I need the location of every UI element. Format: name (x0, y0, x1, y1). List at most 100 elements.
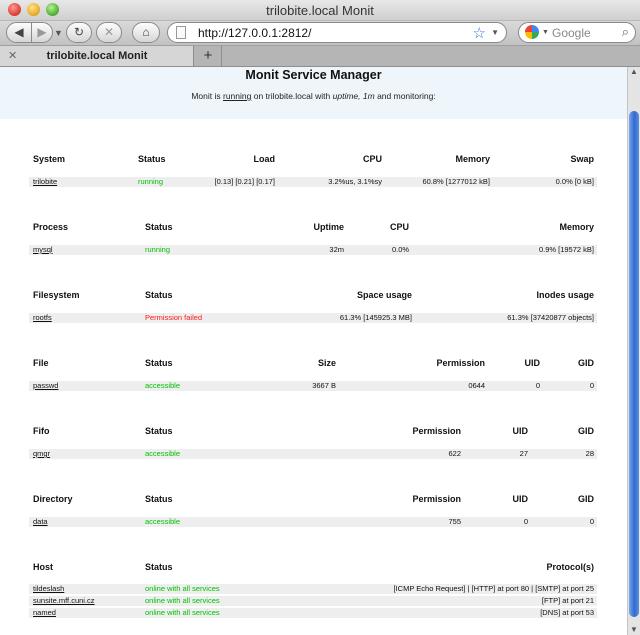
cpu-value: 0.0% (392, 245, 410, 254)
forward-arrow-icon: ▶ (37, 25, 47, 39)
title-bar: trilobite.local Monit (0, 0, 640, 21)
running-link[interactable]: running (223, 91, 251, 101)
page-subtitle: Monit is running on trilobite.local with… (0, 91, 627, 101)
status-value: accessible (145, 381, 181, 390)
table-row: qmgr accessible 622 27 28 (29, 449, 597, 459)
window-title: trilobite.local Monit (266, 3, 374, 18)
service-link[interactable]: data (33, 517, 48, 527)
google-icon[interactable] (525, 25, 539, 39)
subtitle-mid: on trilobite.local with (253, 91, 331, 101)
home-button[interactable]: ⌂ (132, 22, 160, 43)
header-permission: Permission (412, 426, 461, 436)
bookmark-star-icon[interactable]: ☆ (473, 24, 486, 42)
header-gid: GID (577, 426, 594, 436)
header-fifo: Fifo (33, 426, 50, 436)
stop-icon: ✕ (103, 25, 115, 39)
header-cpu: CPU (362, 154, 382, 164)
header-file: File (33, 358, 49, 368)
service-link[interactable]: trilobite (33, 177, 57, 187)
page-content: Monit Service Manager Monit is running o… (0, 67, 627, 635)
header-host: Host (33, 562, 53, 572)
vertical-scrollbar[interactable]: ▲ ▼ (627, 67, 640, 635)
search-icon[interactable]: ⌕ (622, 24, 629, 40)
inodes-value: 61.3% [37420877 objects] (507, 313, 594, 322)
protocols-value: [FTP] at port 21 (541, 596, 594, 605)
header-cpu: CPU (390, 222, 410, 232)
table-row: passwd accessible 3667 B 0644 0 0 (29, 381, 597, 391)
search-box[interactable]: ▼ Google ⌕ (518, 22, 636, 43)
forward-button[interactable]: ▶ (31, 22, 53, 43)
gid-value: 0 (589, 517, 594, 526)
header-status: Status (145, 358, 173, 368)
scrollbar-thumb[interactable] (629, 111, 639, 617)
header-load: Load (253, 154, 276, 164)
page-header: Monit Service Manager Monit is running o… (0, 67, 627, 119)
new-tab-button[interactable]: + (196, 46, 220, 66)
status-value: online with all services (145, 608, 220, 617)
header-swap: Swap (570, 154, 594, 164)
permission-value: 622 (448, 449, 461, 458)
status-value: online with all services (145, 596, 220, 605)
header-status: Status (145, 562, 173, 572)
status-value: accessible (145, 449, 181, 458)
header-gid: GID (577, 494, 594, 504)
load-value: [0.13] [0.21] [0.17] (214, 177, 275, 186)
service-link[interactable]: tildeslash (33, 584, 64, 594)
url-dropdown-icon[interactable]: ▼ (491, 28, 499, 37)
browser-toolbar: ◀ ▶ ▼ ↻ ✕ ⌂ http://127.0.0.1:2812/ ☆ ▼ ▼… (0, 21, 640, 46)
header-filesystem: Filesystem (33, 290, 80, 300)
table-row: rootfs Permission failed 61.3% [145925.3… (29, 313, 597, 323)
space-value: 61.3% [145925.3 MB] (339, 313, 412, 322)
tab-monit[interactable]: ✕ trilobite.local Monit (0, 46, 194, 66)
status-value: running (138, 177, 164, 186)
header-system: System (33, 154, 66, 164)
scroll-up-icon[interactable]: ▲ (628, 67, 640, 77)
header-gid: GID (577, 358, 594, 368)
service-link[interactable]: named (33, 608, 56, 618)
search-input[interactable]: Google (552, 26, 591, 40)
status-value: online with all services (145, 584, 220, 593)
header-process: Process (33, 222, 69, 232)
service-link[interactable]: qmgr (33, 449, 50, 459)
header-memory: Memory (559, 222, 594, 232)
scroll-down-icon[interactable]: ▼ (628, 625, 640, 635)
uptime-label: uptime, (332, 91, 361, 101)
permission-value: 755 (448, 517, 461, 526)
header-status: Status (145, 494, 173, 504)
header-status: Status (145, 222, 173, 232)
tab-label: trilobite.local Monit (46, 50, 148, 62)
uptime-value: 1m (362, 91, 375, 101)
back-button[interactable]: ◀ (6, 22, 32, 43)
cpu-value: 3.2%us, 3.1%sy (328, 177, 382, 186)
table-row: sunsite.mff.cuni.cz online with all serv… (29, 596, 597, 606)
service-link[interactable]: rootfs (33, 313, 52, 323)
size-value: 3667 B (312, 381, 336, 390)
service-link[interactable]: mysql (33, 245, 53, 255)
service-link[interactable]: passwd (33, 381, 58, 391)
table-row: trilobite running [0.13] [0.21] [0.17] 3… (29, 177, 597, 187)
table-row: data accessible 755 0 0 (29, 517, 597, 527)
memory-value: 60.8% [1277012 kB] (422, 177, 490, 186)
home-icon: ⌂ (142, 25, 150, 39)
header-status: Status (145, 290, 173, 300)
table-row: mysql running 32m 0.0% 0.9% [19572 kB] (29, 245, 597, 255)
address-input[interactable]: http://127.0.0.1:2812/ (198, 26, 311, 40)
status-value: accessible (145, 517, 181, 526)
history-dropdown-icon[interactable]: ▼ (54, 28, 63, 38)
page-icon (176, 26, 186, 39)
subtitle-suffix: and monitoring: (377, 91, 436, 101)
swap-value: 0.0% [0 kB] (555, 177, 594, 186)
page-title: Monit Service Manager (245, 68, 382, 82)
search-engine-dropdown-icon[interactable]: ▼ (542, 29, 549, 36)
stop-button[interactable]: ✕ (96, 22, 122, 43)
header-status: Status (138, 154, 166, 164)
reload-button[interactable]: ↻ (66, 22, 92, 43)
table-row: tildeslash online with all services [ICM… (29, 584, 597, 594)
header-permission: Permission (412, 494, 461, 504)
tab-divider (221, 46, 222, 66)
header-protocols: Protocol(s) (546, 562, 594, 572)
address-bar[interactable]: http://127.0.0.1:2812/ ☆ ▼ (167, 22, 507, 43)
header-size: Size (317, 358, 336, 368)
back-arrow-icon: ◀ (14, 25, 24, 39)
service-link[interactable]: sunsite.mff.cuni.cz (33, 596, 95, 606)
